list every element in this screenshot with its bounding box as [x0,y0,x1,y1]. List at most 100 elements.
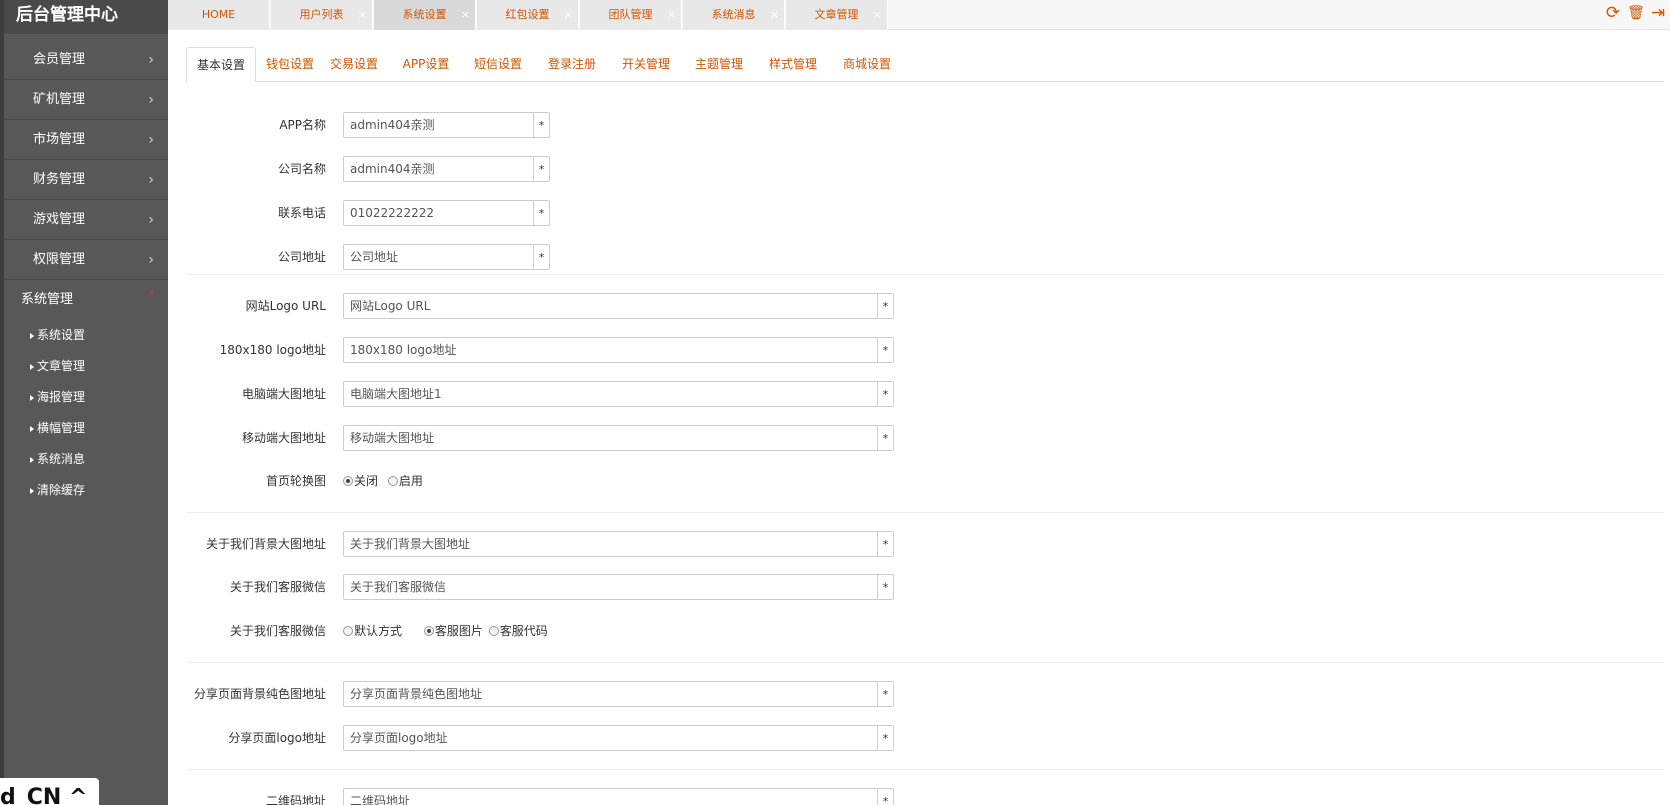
share-logo-input[interactable] [344,726,877,750]
form-row-qrcode: 二维码地址 * [168,788,1670,805]
section-divider [186,662,1664,663]
language-overlay[interactable]: d_CN ^ [0,778,99,805]
app-name-field: * [343,112,550,138]
trash-icon[interactable]: 🗑 [1625,2,1647,24]
radio-dot [488,626,499,636]
about-bg-input[interactable] [344,532,877,556]
form-row-about-wechat: 关于我们客服微信 * [168,574,1670,602]
tab-sms-settings[interactable]: 短信设置 [468,47,528,82]
logo-180-field: * [343,337,894,363]
mobile-banner-input[interactable] [344,426,877,450]
sidebar-item-members[interactable]: 会员管理 › [4,40,168,80]
field-label: APP名称 [279,118,326,132]
radio-label: 客服代码 [499,624,548,638]
chevron-right-icon: › [148,52,154,68]
form-row-company-name: 公司名称 * [168,156,1670,184]
field-label: 移动端大图地址 [241,431,326,445]
sidebar-subitem-banners[interactable]: 横幅管理 [0,413,168,444]
wechat-mode-image-radio[interactable]: 客服图片 [423,618,483,644]
tab-switch-management[interactable]: 开关管理 [616,47,676,82]
tab-style-management[interactable]: 样式管理 [763,47,823,82]
close-icon[interactable]: × [770,0,779,30]
form-row-about-bg: 关于我们背景大图地址 * [168,531,1670,559]
close-icon[interactable]: × [358,0,367,30]
company-name-field: * [343,156,550,182]
sidebar-subitem-posters[interactable]: 海报管理 [0,382,168,413]
form-row-phone: 联系电话 * [168,200,1670,228]
field-label: 网站Logo URL [245,299,326,313]
radio-dot [343,476,353,486]
sidebar-item-label: 系统管理 [21,292,74,307]
pc-banner-input[interactable] [344,382,877,406]
tab-basic-settings[interactable]: 基本设置 [186,47,256,82]
form-row-logo-url: 网站Logo URL * [168,293,1670,321]
sidebar-item-market[interactable]: 市场管理 › [4,120,168,160]
sidebar-item-finance[interactable]: 财务管理 › [4,160,168,200]
qrcode-field: * [343,788,894,805]
close-icon[interactable]: × [873,0,882,30]
carousel-on-radio[interactable]: 启用 [387,468,423,494]
triangle-right-icon [30,487,34,494]
company-name-input[interactable] [344,157,533,181]
triangle-right-icon [30,425,34,432]
tab-system-settings[interactable]: 系统设置 × [374,0,476,30]
field-label: 公司地址 [277,250,326,264]
tab-theme-management[interactable]: 主题管理 [689,47,749,82]
tab-home[interactable]: HOME [168,0,270,30]
logo-url-input[interactable] [344,294,877,318]
share-bg-input[interactable] [344,682,877,706]
share-logo-field: * [343,725,894,751]
sidebar-item-permissions[interactable]: 权限管理 › [4,240,168,280]
form-row-app-name: APP名称 * [168,112,1670,140]
field-label: 180x180 logo地址 [219,343,326,357]
wechat-mode-code-radio[interactable]: 客服代码 [488,618,548,644]
refresh-icon[interactable]: ⟳ [1602,2,1624,24]
app-name-input[interactable] [344,113,533,137]
phone-input[interactable] [344,201,533,225]
tab-label: 系统设置 [402,8,447,21]
about-wechat-input[interactable] [344,575,877,599]
carousel-radio-group: 关闭 启用 [343,468,429,494]
form-row-mobile-banner: 移动端大图地址 * [168,425,1670,453]
sidebar-subitem-label: 清除缓存 [37,483,86,497]
sidebar-item-games[interactable]: 游戏管理 › [4,200,168,240]
tab-articles[interactable]: 文章管理 × [786,0,888,30]
radio-dot [423,626,434,636]
sidebar-item-system[interactable]: 系统管理 ▾ [4,280,168,320]
required-mark: * [877,294,893,318]
tab-login-register[interactable]: 登录注册 [542,47,602,82]
close-icon[interactable]: × [461,0,470,30]
tab-user-list[interactable]: 用户列表 × [271,0,373,30]
tab-shop-settings[interactable]: 商城设置 [837,47,897,82]
tab-app-settings[interactable]: APP设置 [396,47,456,82]
field-label: 分享页面背景纯色图地址 [193,687,326,701]
tab-trade-settings[interactable]: 交易设置 [324,47,384,82]
sidebar-subitem-articles[interactable]: 文章管理 [0,351,168,382]
radio-label: 关闭 [354,474,379,488]
tab-team[interactable]: 团队管理 × [580,0,682,30]
close-icon[interactable]: × [564,0,573,30]
field-label: 电脑端大图地址 [241,387,326,401]
sidebar-subitem-messages[interactable]: 系统消息 [0,444,168,475]
top-tab-bar: HOME 用户列表 × 系统设置 × 红包设置 × 团队管理 × 系统消息 × 文章管理 ×… [168,0,1670,30]
sidebar: 后台管理中心 会员管理 › 矿机管理 › 市场管理 › 财务管理 › 游戏管理 › 权限管… [0,0,168,805]
logout-icon[interactable]: ⇥ [1647,2,1669,24]
carousel-off-radio[interactable]: 关闭 [343,468,378,494]
section-divider [186,769,1664,770]
sidebar-subitem-label: 系统消息 [37,452,86,466]
sidebar-subitem-system-settings[interactable]: 系统设置 [0,320,168,351]
wechat-mode-default-radio[interactable]: 默认方式 [343,618,402,644]
form-row-address: 公司地址 * [168,244,1670,272]
tab-system-messages[interactable]: 系统消息 × [683,0,785,30]
required-mark: * [877,789,893,805]
tab-red-packet[interactable]: 红包设置 × [477,0,579,30]
logo-180-input[interactable] [344,338,877,362]
wechat-mode-radio-group: 默认方式 客服图片 客服代码 [343,618,554,644]
qrcode-input[interactable] [344,789,877,805]
sidebar-subitem-clear-cache[interactable]: 清除缓存 [0,475,168,506]
close-icon[interactable]: × [667,0,676,30]
tab-wallet-settings[interactable]: 钱包设置 [260,47,320,82]
sidebar-item-miners[interactable]: 矿机管理 › [4,80,168,120]
address-input[interactable] [344,245,533,269]
field-label: 联系电话 [277,206,326,220]
